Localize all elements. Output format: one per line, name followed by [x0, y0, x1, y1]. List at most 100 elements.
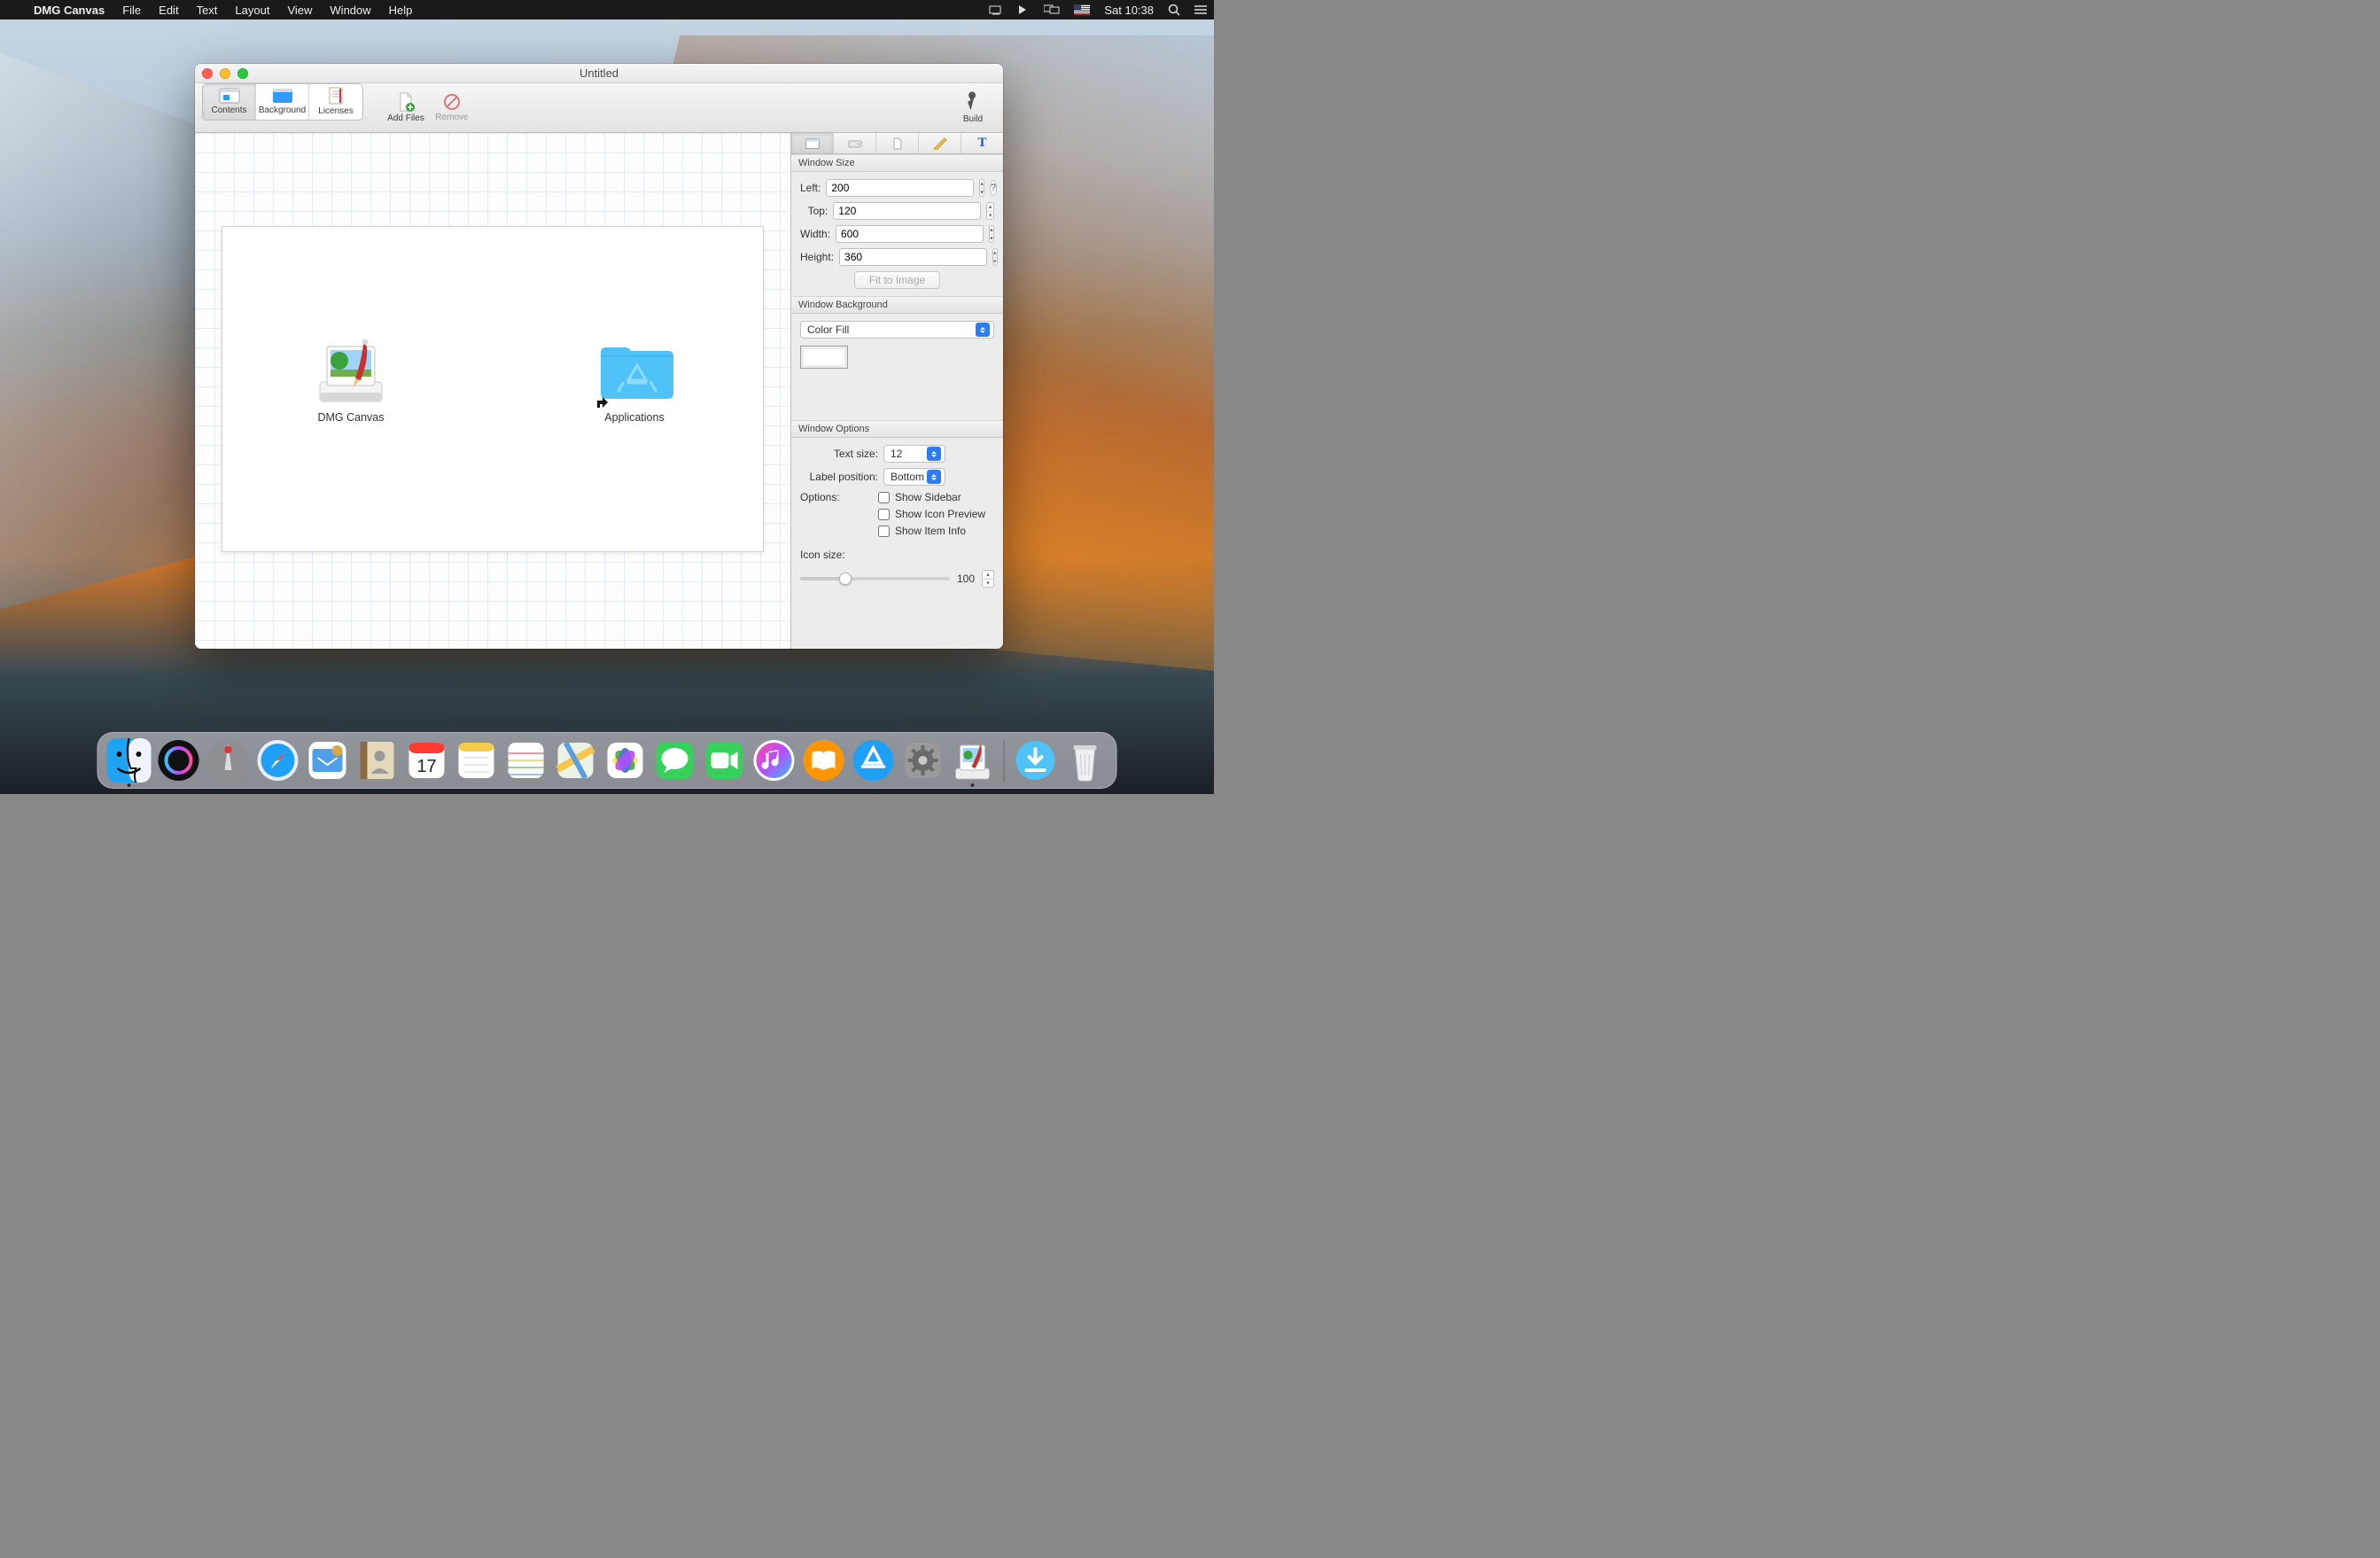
toolbar-segment-views: Contents Background Licenses [202, 83, 363, 121]
dock-siri[interactable] [157, 738, 201, 783]
licenses-icon [328, 87, 344, 105]
show-icon-preview-checkbox[interactable] [878, 509, 890, 520]
build-icon [962, 91, 984, 113]
background-icon [272, 88, 293, 104]
dock-itunes[interactable] [752, 738, 797, 783]
dock-maps[interactable] [554, 738, 598, 783]
app-menu[interactable]: DMG Canvas [25, 4, 113, 17]
inspector-tab-window[interactable] [791, 133, 834, 153]
inspector-tab-document[interactable] [876, 133, 919, 153]
dock-mail[interactable] [306, 738, 350, 783]
canvas-preview-window[interactable]: DMG Canvas Applications [222, 226, 764, 552]
show-item-info-checkbox[interactable] [878, 526, 890, 537]
width-stepper[interactable]: ▴▾ [989, 225, 994, 243]
dock-photos[interactable] [603, 738, 648, 783]
toolbar-add-files-label: Add Files [387, 113, 424, 123]
inspector-panel: T Window Size Left: ▴▾ ? Top: ▴▾ Width: [790, 133, 1003, 649]
menubar-clock[interactable]: Sat 10:38 [1097, 4, 1161, 17]
contents-icon [219, 88, 240, 104]
chevron-updown-icon [927, 470, 941, 484]
dock-finder[interactable] [107, 738, 152, 783]
label-position-select[interactable]: Bottom [883, 468, 945, 486]
spotlight-icon[interactable] [1161, 4, 1187, 16]
label-position-label: Label position: [800, 471, 878, 483]
toolbar-add-files[interactable]: Add Files [383, 90, 429, 126]
dock-contacts[interactable] [355, 738, 400, 783]
canvas-item-app[interactable]: DMG Canvas [302, 333, 400, 424]
show-sidebar-checkbox[interactable] [878, 492, 890, 503]
dock-messages[interactable] [653, 738, 697, 783]
menu-view[interactable]: View [278, 4, 321, 17]
height-input[interactable] [839, 248, 987, 266]
icon-size-value: 100 [957, 573, 975, 585]
dock-launchpad[interactable] [206, 738, 251, 783]
add-files-icon [397, 92, 415, 112]
window-zoom-button[interactable] [237, 68, 248, 79]
toolbar-build[interactable]: Build [950, 90, 996, 126]
toolbar-licenses[interactable]: Licenses [309, 84, 362, 120]
inspector-tab-ruler[interactable] [919, 133, 961, 153]
menubar: DMG Canvas File Edit Text Layout View Wi… [0, 0, 1214, 19]
dock-safari[interactable] [256, 738, 300, 783]
menu-window[interactable]: Window [321, 4, 379, 17]
menu-layout[interactable]: Layout [226, 4, 278, 17]
width-input[interactable] [836, 225, 984, 243]
toolbar-build-label: Build [963, 114, 983, 124]
height-stepper[interactable]: ▴▾ [992, 248, 998, 266]
canvas-area[interactable]: DMG Canvas Applications [195, 133, 790, 649]
help-button[interactable]: ? [990, 180, 997, 196]
toolbar-licenses-label: Licenses [318, 106, 353, 116]
inspector-tab-text[interactable]: T [961, 133, 1003, 153]
notification-center-icon[interactable] [1187, 4, 1214, 15]
chevron-updown-icon [976, 323, 990, 337]
dock-notes[interactable] [455, 738, 499, 783]
window-minimize-button[interactable] [220, 68, 230, 79]
top-input[interactable] [833, 202, 981, 220]
left-input[interactable] [826, 179, 974, 197]
dock-trash[interactable] [1063, 738, 1108, 783]
text-size-select[interactable]: 12 [883, 445, 945, 463]
menu-help[interactable]: Help [380, 4, 422, 17]
window-title: Untitled [579, 66, 618, 80]
dock-dmgcanvas[interactable] [951, 738, 995, 783]
dock: 17 [97, 732, 1117, 789]
inspector-tab-disk[interactable] [834, 133, 876, 153]
canvas-item-applications[interactable]: Applications [586, 333, 683, 424]
dock-calendar[interactable]: 17 [405, 738, 449, 783]
width-label: Width: [800, 228, 830, 240]
status-displays-icon[interactable] [1037, 4, 1067, 16]
show-icon-preview-label: Show Icon Preview [895, 508, 985, 520]
menu-text[interactable]: Text [188, 4, 227, 17]
dock-ibooks[interactable] [802, 738, 846, 783]
icon-size-label: Icon size: [800, 549, 994, 561]
dock-reminders[interactable] [504, 738, 548, 783]
toolbar-contents-label: Contents [211, 105, 246, 115]
dock-preferences[interactable] [901, 738, 945, 783]
left-stepper[interactable]: ▴▾ [979, 179, 984, 197]
icon-size-slider[interactable] [800, 577, 950, 580]
window-close-button[interactable] [202, 68, 213, 79]
canvas-item-applications-label: Applications [604, 411, 664, 424]
text-size-value: 12 [891, 448, 902, 460]
background-mode-select[interactable]: Color Fill [800, 321, 994, 339]
status-flag-icon[interactable] [1067, 4, 1097, 15]
section-window-options-heading: Window Options [791, 420, 1003, 438]
dock-downloads[interactable] [1014, 738, 1058, 783]
toolbar-remove: Remove [429, 90, 475, 126]
menu-file[interactable]: File [113, 4, 150, 17]
background-color-swatch[interactable] [800, 346, 848, 369]
toolbar-background[interactable]: Background [256, 84, 309, 120]
app-window: Untitled Contents Background Licenses [195, 64, 1003, 649]
top-stepper[interactable]: ▴▾ [986, 202, 994, 220]
titlebar[interactable]: Untitled [195, 64, 1003, 83]
menu-edit[interactable]: Edit [150, 4, 187, 17]
dock-facetime[interactable] [703, 738, 747, 783]
section-window-background-heading: Window Background [791, 296, 1003, 314]
icon-size-stepper[interactable]: ▴▾ [982, 570, 994, 588]
label-position-value: Bottom [891, 471, 924, 483]
options-label: Options: [800, 491, 878, 541]
dock-appstore[interactable] [852, 738, 896, 783]
toolbar-contents[interactable]: Contents [203, 84, 256, 120]
status-icon-1[interactable] [982, 4, 1010, 16]
status-icon-2[interactable] [1010, 4, 1037, 16]
